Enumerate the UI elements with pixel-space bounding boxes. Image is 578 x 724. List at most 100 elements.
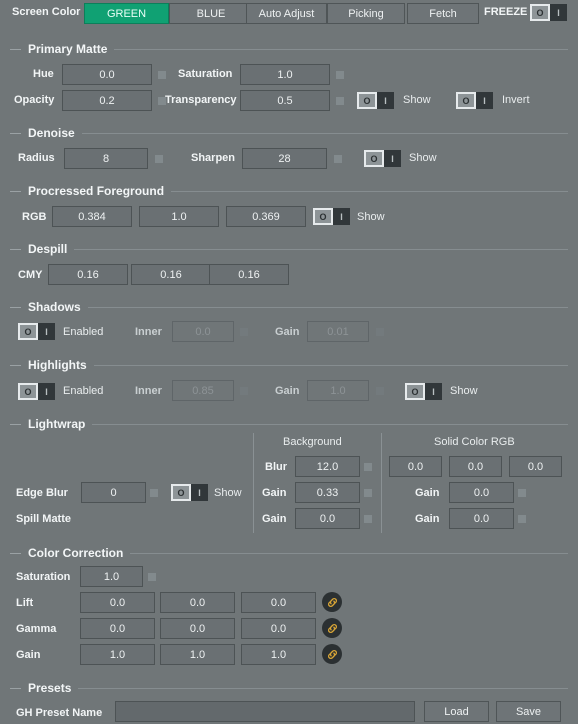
toggle-off[interactable]: O	[18, 323, 38, 340]
lightwrap-show-toggle[interactable]: O I	[171, 484, 208, 501]
toggle-off[interactable]: O	[357, 92, 377, 109]
section-denoise: Denoise	[10, 126, 568, 140]
cc-gamma-link-icon[interactable]	[322, 618, 342, 638]
cc-gain-link-icon[interactable]	[322, 644, 342, 664]
shadows-inner-slider-handle[interactable]	[240, 328, 248, 336]
primary-matte-show-toggle[interactable]: O I	[357, 92, 394, 109]
highlights-gain-label: Gain	[275, 385, 300, 397]
cc-gamma-b-field[interactable]: 0.0	[241, 618, 316, 639]
saturation-field[interactable]: 1.0	[240, 64, 330, 85]
toggle-on[interactable]: I	[333, 208, 350, 225]
shadows-inner-label: Inner	[135, 326, 162, 338]
lightwrap-bg-gain2-slider-handle[interactable]	[364, 515, 372, 523]
preset-name-input[interactable]	[115, 701, 415, 722]
transparency-slider-handle[interactable]	[336, 97, 344, 105]
freeze-label: FREEZE	[484, 6, 528, 18]
cc-lift-b-field[interactable]: 0.0	[241, 592, 316, 613]
screen-color-green-button[interactable]: GREEN	[84, 3, 169, 24]
processed-foreground-show-label: Show	[357, 211, 385, 223]
lightwrap-bg-gain1-slider-handle[interactable]	[364, 489, 372, 497]
toggle-off[interactable]: O	[456, 92, 476, 109]
freeze-toggle[interactable]: O I	[530, 4, 567, 21]
highlights-inner-slider-handle[interactable]	[240, 387, 248, 395]
saturation-slider-handle[interactable]	[336, 71, 344, 79]
cc-saturation-field[interactable]: 1.0	[80, 566, 143, 587]
cc-lift-g-field[interactable]: 0.0	[160, 592, 235, 613]
lightwrap-solid-r-field[interactable]: 0.0	[389, 456, 442, 477]
toggle-off[interactable]: O	[18, 383, 38, 400]
cc-gain-r-field[interactable]: 1.0	[80, 644, 155, 665]
screen-color-blue-button[interactable]: BLUE	[169, 3, 253, 24]
toggle-on[interactable]: I	[191, 484, 208, 501]
lightwrap-solid-b-field[interactable]: 0.0	[509, 456, 562, 477]
lightwrap-solid-gain1-field[interactable]: 0.0	[449, 482, 514, 503]
highlights-show-toggle[interactable]: O I	[405, 383, 442, 400]
saturation-label: Saturation	[178, 68, 233, 80]
hue-field[interactable]: 0.0	[62, 64, 152, 85]
lightwrap-solid-gain2-slider-handle[interactable]	[518, 515, 526, 523]
fetch-button[interactable]: Fetch	[407, 3, 479, 24]
radius-label: Radius	[18, 152, 55, 164]
lightwrap-bg-blur-field[interactable]: 12.0	[295, 456, 360, 477]
edge-blur-slider-handle[interactable]	[150, 489, 158, 497]
highlights-enabled-toggle[interactable]: O I	[18, 383, 55, 400]
cc-saturation-slider-handle[interactable]	[148, 573, 156, 581]
toggle-on[interactable]: I	[476, 92, 493, 109]
despill-c-field[interactable]: 0.16	[48, 264, 128, 285]
radius-slider-handle[interactable]	[155, 155, 163, 163]
highlights-gain-slider-handle[interactable]	[376, 387, 384, 395]
lightwrap-solid-gain2-field[interactable]: 0.0	[449, 508, 514, 529]
toggle-off[interactable]: O	[364, 150, 384, 167]
lightwrap-bg-gain2-field[interactable]: 0.0	[295, 508, 360, 529]
opacity-field[interactable]: 0.2	[62, 90, 152, 111]
fg-blue-field[interactable]: 0.369	[226, 206, 306, 227]
lightwrap-bg-gain1-field[interactable]: 0.33	[295, 482, 360, 503]
sharpen-label: Sharpen	[191, 152, 236, 164]
cc-gain-b-field[interactable]: 1.0	[241, 644, 316, 665]
cc-lift-r-field[interactable]: 0.0	[80, 592, 155, 613]
section-rule	[93, 364, 568, 366]
lightwrap-bg-blur-slider-handle[interactable]	[364, 463, 372, 471]
picking-button[interactable]: Picking	[327, 3, 405, 24]
despill-y-field[interactable]: 0.16	[209, 264, 289, 285]
highlights-gain-field[interactable]: 1.0	[307, 380, 369, 401]
shadows-inner-field[interactable]: 0.0	[172, 321, 234, 342]
freeze-toggle-on[interactable]: I	[550, 4, 567, 21]
processed-foreground-show-toggle[interactable]: O I	[313, 208, 350, 225]
preset-load-button[interactable]: Load	[424, 701, 489, 722]
highlights-inner-field[interactable]: 0.85	[172, 380, 234, 401]
toggle-off[interactable]: O	[171, 484, 191, 501]
despill-m-field[interactable]: 0.16	[131, 264, 211, 285]
shadows-gain-field[interactable]: 0.01	[307, 321, 369, 342]
cc-gamma-g-field[interactable]: 0.0	[160, 618, 235, 639]
edge-blur-field[interactable]: 0	[81, 482, 146, 503]
transparency-field[interactable]: 0.5	[240, 90, 330, 111]
lightwrap-solid-gain1-slider-handle[interactable]	[518, 489, 526, 497]
sharpen-slider-handle[interactable]	[334, 155, 342, 163]
toggle-on[interactable]: I	[384, 150, 401, 167]
cc-gamma-r-field[interactable]: 0.0	[80, 618, 155, 639]
toggle-on[interactable]: I	[38, 383, 55, 400]
toggle-on[interactable]: I	[38, 323, 55, 340]
section-title: Despill	[28, 242, 68, 256]
toggle-on[interactable]: I	[377, 92, 394, 109]
toggle-on[interactable]: I	[425, 383, 442, 400]
shadows-gain-slider-handle[interactable]	[376, 328, 384, 336]
sharpen-field[interactable]: 28	[242, 148, 327, 169]
section-dash	[10, 552, 21, 554]
freeze-toggle-off[interactable]: O	[530, 4, 550, 21]
cc-gain-g-field[interactable]: 1.0	[160, 644, 235, 665]
shadows-enabled-toggle[interactable]: O I	[18, 323, 55, 340]
radius-field[interactable]: 8	[64, 148, 148, 169]
auto-adjust-button[interactable]: Auto Adjust	[246, 3, 327, 24]
hue-slider-handle[interactable]	[158, 71, 166, 79]
cc-lift-link-icon[interactable]	[322, 592, 342, 612]
toggle-off[interactable]: O	[313, 208, 333, 225]
lightwrap-solid-g-field[interactable]: 0.0	[449, 456, 502, 477]
toggle-off[interactable]: O	[405, 383, 425, 400]
primary-matte-invert-toggle[interactable]: O I	[456, 92, 493, 109]
preset-save-button[interactable]: Save	[496, 701, 561, 722]
denoise-show-toggle[interactable]: O I	[364, 150, 401, 167]
fg-green-field[interactable]: 1.0	[139, 206, 219, 227]
fg-red-field[interactable]: 0.384	[52, 206, 132, 227]
